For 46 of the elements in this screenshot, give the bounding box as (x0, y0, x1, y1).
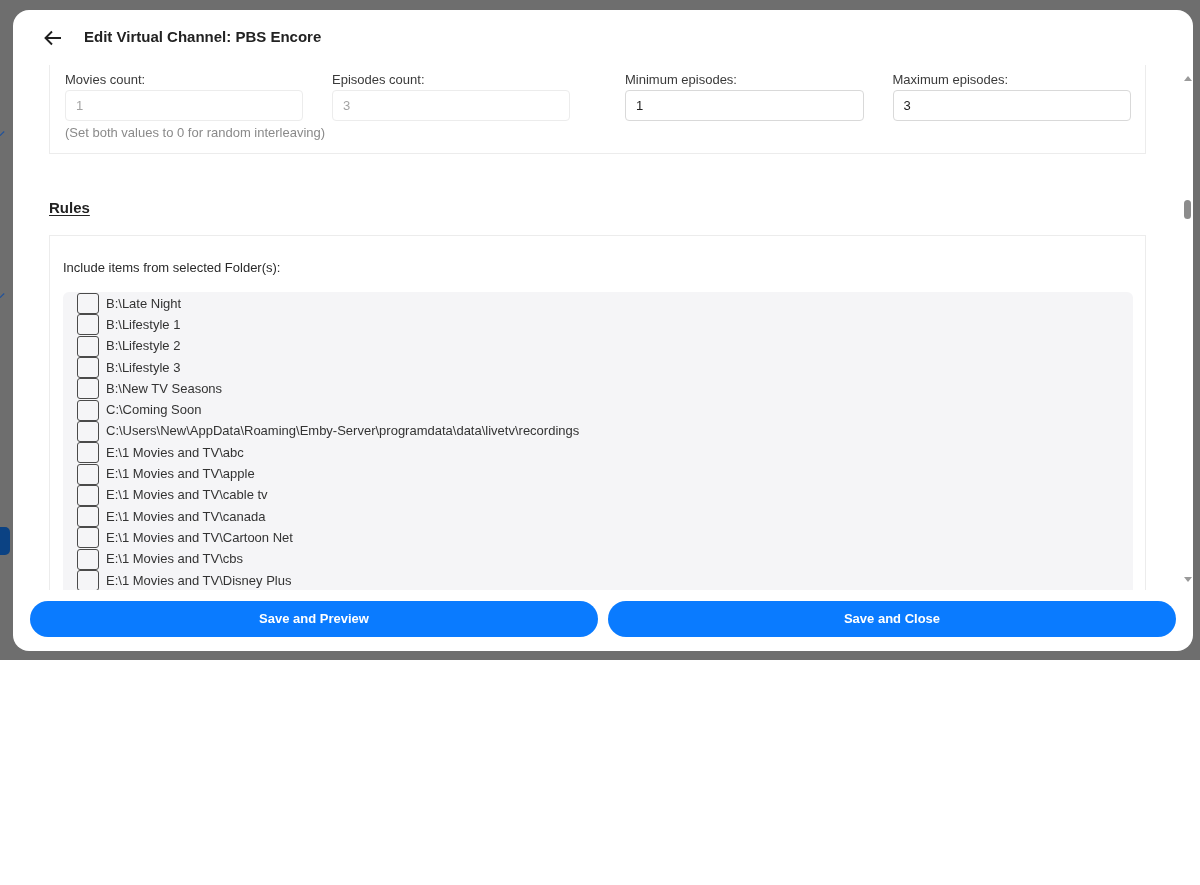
number-input[interactable]: 1 (625, 90, 864, 121)
folder-label: B:\Lifestyle 1 (106, 316, 181, 333)
folder-label: C:\Coming Soon (106, 402, 202, 419)
save-button[interactable]: Save and Close (608, 601, 1176, 637)
folder-label: B:\Lifestyle 3 (106, 359, 181, 376)
number-input[interactable]: 3 (892, 90, 1131, 121)
folder-label: E:\1 Movies and TV\cbs (106, 551, 244, 568)
checkbox[interactable] (77, 484, 99, 506)
folder-label: E:\1 Movies and TV\cable tv (106, 487, 268, 504)
checkbox[interactable] (77, 442, 99, 464)
checkbox[interactable] (77, 548, 99, 570)
checkbox[interactable] (77, 420, 99, 442)
hint-text: (Set both values to 0 for random interleaving) (65, 125, 326, 141)
checkbox[interactable] (77, 463, 99, 485)
checkbox[interactable] (77, 506, 99, 528)
folders-label: Include items from selected Folder(s): (63, 260, 282, 276)
dialog-title: Edit Virtual Channel: PBS Encore (84, 27, 322, 48)
save-button[interactable]: Save and Preview (30, 601, 598, 637)
scroll-down-icon[interactable] (1183, 577, 1192, 582)
field-label: Minimum episodes: (625, 72, 737, 88)
check-icon (0, 130, 5, 138)
checkbox[interactable] (77, 570, 99, 590)
checkbox[interactable] (77, 527, 99, 549)
checkbox[interactable] (77, 399, 99, 421)
folder-label: B:\Late Night (106, 295, 182, 312)
back-arrow-icon (44, 29, 62, 46)
field-label: Movies count: (65, 72, 146, 88)
folder-label: E:\1 Movies and TV\Disney Plus (106, 572, 292, 589)
field-label: Episodes count: (332, 72, 425, 88)
folder-label: E:\1 Movies and TV\apple (106, 466, 255, 482)
section-heading: Rules (49, 199, 90, 217)
folder-label: E:\1 Movies and TV\Cartoon Net (106, 529, 293, 546)
checkbox[interactable] (77, 293, 99, 315)
scroll-up-icon[interactable] (1183, 76, 1192, 81)
checkbox[interactable] (77, 357, 99, 379)
folder-label: E:\1 Movies and TV\abc (106, 444, 244, 461)
folder-label: C:\Users\New\AppData\Roaming\Emby-Server\programdata\data\livetv\recordings (106, 423, 580, 440)
check-icon (0, 292, 5, 300)
scrollbar-thumb[interactable] (1184, 200, 1191, 219)
checkbox[interactable] (77, 314, 99, 336)
folder-label: B:\New TV Seasons (106, 380, 223, 397)
folder-label: B:\Lifestyle 2 (106, 338, 181, 355)
checkbox[interactable] (77, 378, 99, 400)
folder-label: E:\1 Movies and TV\canada (106, 508, 266, 525)
checkbox[interactable] (77, 335, 99, 357)
field-label: Maximum episodes: (892, 72, 1009, 88)
